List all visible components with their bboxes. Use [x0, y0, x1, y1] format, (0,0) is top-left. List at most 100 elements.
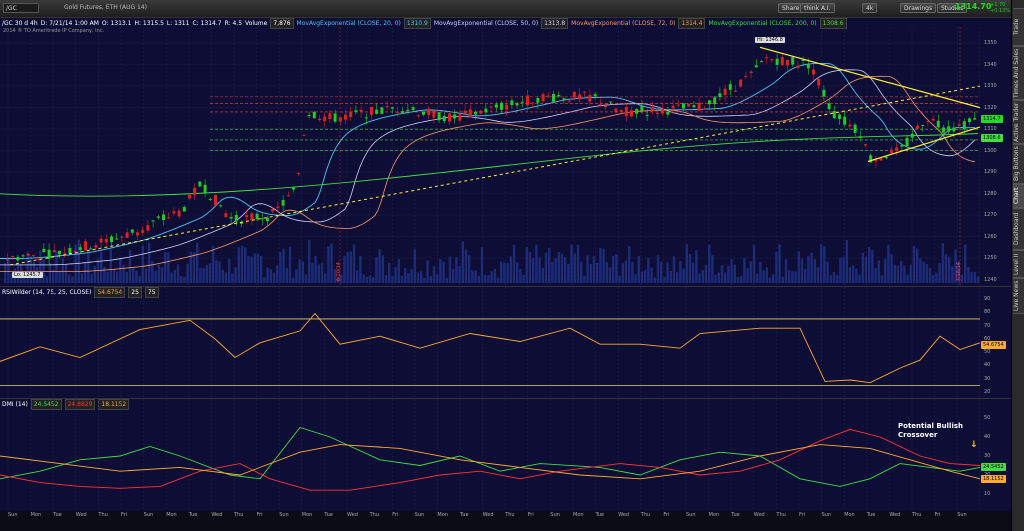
candle-body [437, 112, 441, 121]
tab-live-news[interactable]: Live News [1013, 278, 1024, 314]
volume-bar [372, 277, 375, 283]
candle-body [292, 187, 295, 190]
support-trendline [867, 126, 981, 163]
candle-body [141, 229, 145, 233]
candle-body [775, 58, 779, 65]
rsi-tick-90: 90 [984, 296, 991, 302]
note-line-2: Crossover [898, 431, 938, 439]
volume-bar [48, 263, 52, 283]
candle-body [843, 116, 847, 125]
volume-bar [413, 249, 416, 283]
candle-body [110, 236, 113, 243]
candle-body [151, 220, 155, 222]
tab-big-buttons[interactable]: Big Buttons [1013, 144, 1024, 184]
volume-bar [650, 267, 653, 283]
price-tick-1270: 1270 [984, 212, 997, 219]
volume-bar [900, 260, 903, 283]
volume-bar [791, 270, 794, 283]
volume-bar [887, 244, 890, 283]
candle-body [609, 101, 613, 103]
volume-bar [26, 251, 29, 283]
volume-bar [324, 273, 327, 283]
tab-active-trader[interactable]: Active Trader [1013, 100, 1024, 144]
volume-bar [448, 256, 452, 283]
volume-bar [378, 249, 381, 283]
volume-bar [84, 262, 87, 283]
x-axis-label: Wed [75, 512, 87, 518]
volume-bar [704, 265, 708, 283]
volume-bar [666, 262, 669, 283]
tab-trade[interactable]: Trade [1013, 8, 1024, 46]
volume-bar [845, 240, 848, 283]
volume-bar [576, 244, 580, 283]
dmi-tick-50: 50 [984, 415, 991, 421]
volume-bar [784, 259, 788, 283]
candle-body [713, 97, 717, 104]
candle-body [526, 95, 529, 106]
candle-body [427, 108, 431, 116]
volume-bar [612, 255, 615, 283]
x-axis-label: Thu [98, 512, 108, 518]
volume-bar [39, 250, 42, 283]
volume-bar [922, 261, 925, 283]
volume-bar [855, 268, 858, 283]
volume-bar [896, 265, 900, 283]
candle-body [817, 78, 821, 86]
volume-bar [756, 273, 759, 283]
tab-chart[interactable]: Chart [1013, 184, 1024, 208]
high-label: Hi: 1346.8 [755, 37, 785, 43]
x-axis-label: Fri [392, 512, 399, 518]
volume-bar [730, 259, 733, 283]
volume-bar [279, 251, 282, 283]
volume-bar [141, 245, 144, 283]
candle-body [422, 111, 425, 115]
volume-bar [122, 265, 125, 283]
volume-bar [701, 270, 704, 283]
volume-bar [493, 269, 496, 283]
note-line-1: Potential Bullish [898, 422, 963, 430]
volume-bar [128, 250, 132, 283]
volume-bar [964, 244, 967, 283]
candle-body [588, 94, 592, 102]
candle-body [307, 115, 311, 117]
volume-bar [624, 260, 628, 283]
volume-bar [711, 255, 714, 283]
rsi-flag: 54.6754 [981, 341, 1006, 349]
candle-body [104, 238, 108, 243]
candle-body [78, 247, 82, 250]
candle-body [344, 114, 347, 120]
volume-bar [909, 264, 912, 283]
volume-bar [877, 260, 880, 283]
volume-bar [234, 267, 237, 283]
volume-bar [260, 255, 263, 283]
volume-bar [541, 267, 544, 283]
volume-bar [359, 255, 362, 283]
candle-body [328, 113, 332, 120]
volume-bar [682, 268, 685, 283]
volume-bar [820, 244, 823, 283]
candle-body [219, 205, 223, 207]
candle-body [780, 57, 784, 66]
volume-bar [800, 258, 804, 283]
volume-bar [714, 274, 717, 283]
volume-bar [119, 258, 122, 283]
volume-bar [557, 251, 560, 283]
tab-times-and-sales[interactable]: Times And Sales [1013, 46, 1024, 100]
candle-body [858, 136, 862, 138]
volume-bar [314, 255, 317, 283]
volume-bar [410, 269, 413, 283]
volume-bar [404, 268, 407, 283]
candle-body [822, 89, 826, 97]
volume-bar [836, 275, 839, 283]
candle-body [411, 107, 415, 110]
tab-level-ii[interactable]: Level II [1013, 250, 1024, 278]
tab-dashboard[interactable]: Dashboard [1013, 208, 1024, 250]
candle-body [162, 214, 165, 221]
price-tick-1330: 1330 [984, 83, 997, 90]
volume-bar [679, 260, 682, 283]
volume-bar [823, 246, 826, 283]
date-marker-2: 7/18/14 [956, 262, 962, 282]
x-axis-label: Mon [166, 512, 177, 518]
low-label: Lo: 1245.7 [12, 272, 43, 278]
volume-bar [148, 242, 151, 283]
